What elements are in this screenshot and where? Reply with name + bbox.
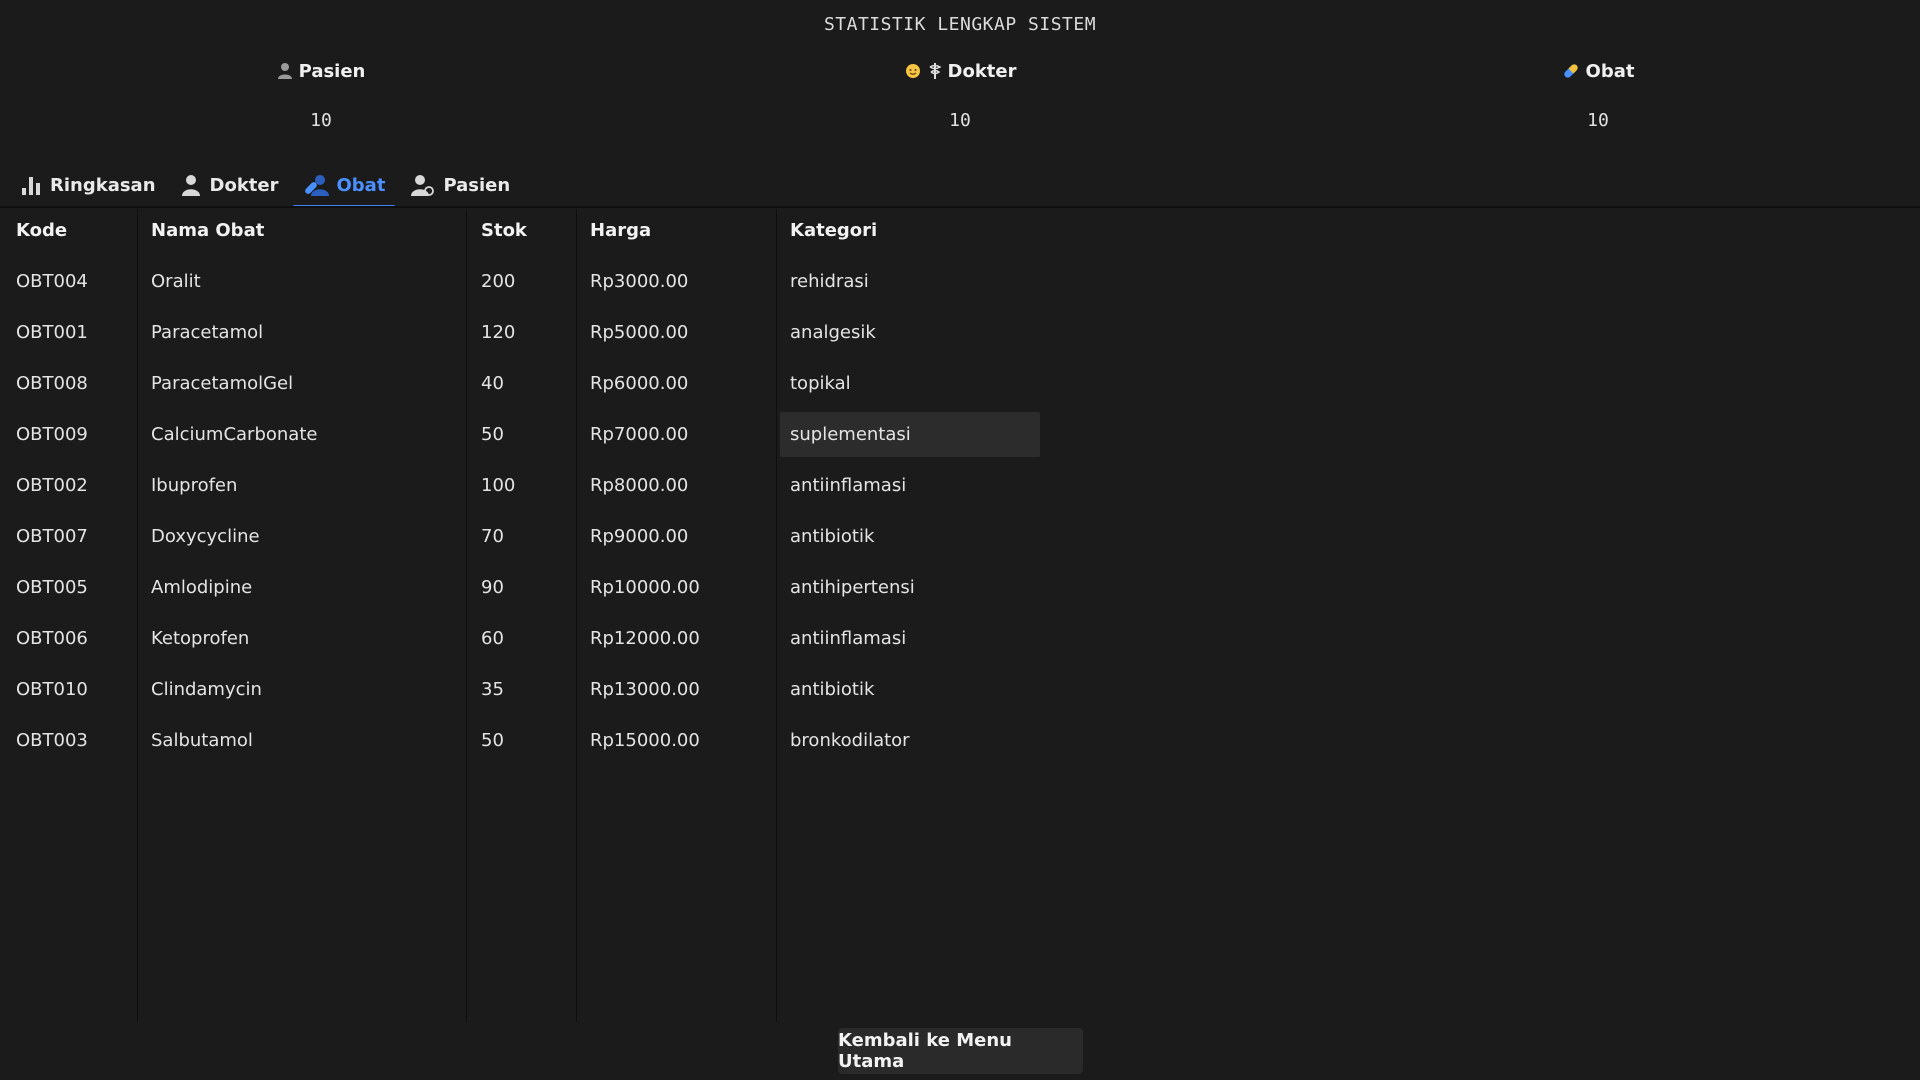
stat-obat-label: Obat (1585, 60, 1635, 82)
tab-obat[interactable]: Obat (291, 162, 398, 208)
doctor-icon (181, 175, 200, 196)
back-to-main-menu-button[interactable]: Kembali ke Menu Utama (838, 1028, 1083, 1074)
cell-stok[interactable]: 50 (481, 730, 504, 751)
cell-harga[interactable]: Rp5000.00 (590, 322, 688, 343)
cell-nama-obat[interactable]: Oralit (151, 271, 201, 292)
column-divider[interactable] (576, 209, 577, 1022)
cell-kategori[interactable]: antibiotik (790, 679, 874, 700)
tab-bar: Ringkasan Dokter Obat Pasien (8, 162, 522, 208)
cell-harga[interactable]: Rp15000.00 (590, 730, 700, 751)
person-icon (277, 63, 292, 79)
cell-nama-obat[interactable]: ParacetamolGel (151, 373, 293, 394)
doctor-face-icon (905, 64, 920, 78)
cell-kode[interactable]: OBT010 (16, 679, 88, 700)
tab-obat-label: Obat (336, 174, 386, 196)
stat-pasien-value: 10 (310, 110, 332, 131)
cell-kode[interactable]: OBT006 (16, 628, 88, 649)
cell-harga[interactable]: Rp3000.00 (590, 271, 688, 292)
tab-divider (0, 206, 1920, 208)
page-title: STATISTIK LENGKAP SISTEM (823, 14, 1097, 35)
cell-stok[interactable]: 100 (481, 475, 515, 496)
cell-stok[interactable]: 200 (481, 271, 515, 292)
cell-stok[interactable]: 70 (481, 526, 504, 547)
column-divider[interactable] (137, 209, 138, 1022)
cell-stok[interactable]: 60 (481, 628, 504, 649)
cell-kode[interactable]: OBT007 (16, 526, 88, 547)
stat-dokter-label: Dokter (947, 60, 1017, 82)
tab-ringkasan[interactable]: Ringkasan (8, 162, 168, 208)
stat-pasien: Pasien 10 (121, 58, 521, 131)
stat-pasien-label: Pasien (298, 60, 366, 82)
header-kategori[interactable]: Kategori (790, 220, 877, 241)
cell-nama-obat[interactable]: Amlodipine (151, 577, 252, 598)
pill-icon (1563, 64, 1578, 78)
cell-nama-obat[interactable]: Doxycycline (151, 526, 260, 547)
cell-stok[interactable]: 90 (481, 577, 504, 598)
cell-harga[interactable]: Rp10000.00 (590, 577, 700, 598)
cell-stok[interactable]: 120 (481, 322, 515, 343)
cell-kode[interactable]: OBT009 (16, 424, 88, 445)
cell-nama-obat[interactable]: Ibuprofen (151, 475, 237, 496)
cell-kode[interactable]: OBT004 (16, 271, 88, 292)
cell-kategori[interactable]: antiinflamasi (790, 475, 906, 496)
column-divider[interactable] (466, 209, 467, 1022)
cell-harga[interactable]: Rp13000.00 (590, 679, 700, 700)
cell-harga[interactable]: Rp7000.00 (590, 424, 688, 445)
cell-kode[interactable]: OBT005 (16, 577, 88, 598)
cell-kategori[interactable]: topikal (790, 373, 851, 394)
cell-kategori[interactable]: rehidrasi (790, 271, 869, 292)
app-window: STATISTIK LENGKAP SISTEM Pasien 10 Dokte… (0, 0, 1920, 1080)
cell-harga[interactable]: Rp12000.00 (590, 628, 700, 649)
cell-stok[interactable]: 50 (481, 424, 504, 445)
stat-dokter: Dokter 10 (760, 58, 1160, 131)
header-kode[interactable]: Kode (16, 220, 67, 241)
cell-kategori[interactable]: suplementasi (790, 424, 911, 445)
obat-table: Kode Nama Obat Stok Harga Kategori OBT00… (0, 209, 1920, 1022)
cell-stok[interactable]: 40 (481, 373, 504, 394)
bar-chart-icon (22, 177, 40, 195)
patient-icon (411, 175, 435, 196)
tab-dokter[interactable]: Dokter (168, 162, 291, 208)
cell-kategori[interactable]: antibiotik (790, 526, 874, 547)
tab-pasien[interactable]: Pasien (397, 162, 522, 208)
tab-dokter-label: Dokter (209, 174, 279, 196)
tab-pasien-label: Pasien (443, 174, 511, 196)
cell-kategori[interactable]: bronkodilator (790, 730, 910, 751)
cell-kategori[interactable]: antihipertensi (790, 577, 915, 598)
stat-obat: Obat 10 (1398, 58, 1798, 131)
caduceus-icon (929, 63, 941, 79)
cell-kategori[interactable]: antiinflamasi (790, 628, 906, 649)
cell-kode[interactable]: OBT001 (16, 322, 88, 343)
cell-harga[interactable]: Rp6000.00 (590, 373, 688, 394)
cell-nama-obat[interactable]: CalciumCarbonate (151, 424, 317, 445)
cell-nama-obat[interactable]: Salbutamol (151, 730, 253, 751)
cell-harga[interactable]: Rp9000.00 (590, 526, 688, 547)
header-stok[interactable]: Stok (481, 220, 527, 241)
stat-dokter-value: 10 (949, 110, 971, 131)
cell-nama-obat[interactable]: Clindamycin (151, 679, 262, 700)
tab-ringkasan-label: Ringkasan (50, 174, 156, 196)
cell-nama-obat[interactable]: Paracetamol (151, 322, 263, 343)
stat-obat-value: 10 (1587, 110, 1609, 131)
cell-nama-obat[interactable]: Ketoprofen (151, 628, 249, 649)
cell-kode[interactable]: OBT002 (16, 475, 88, 496)
cell-harga[interactable]: Rp8000.00 (590, 475, 688, 496)
cell-kode[interactable]: OBT003 (16, 730, 88, 751)
header-harga[interactable]: Harga (590, 220, 651, 241)
cell-stok[interactable]: 35 (481, 679, 504, 700)
column-divider[interactable] (776, 209, 777, 1022)
medicine-icon (304, 175, 329, 196)
cell-kode[interactable]: OBT008 (16, 373, 88, 394)
cell-kategori[interactable]: analgesik (790, 322, 876, 343)
header-nama-obat[interactable]: Nama Obat (151, 220, 264, 241)
